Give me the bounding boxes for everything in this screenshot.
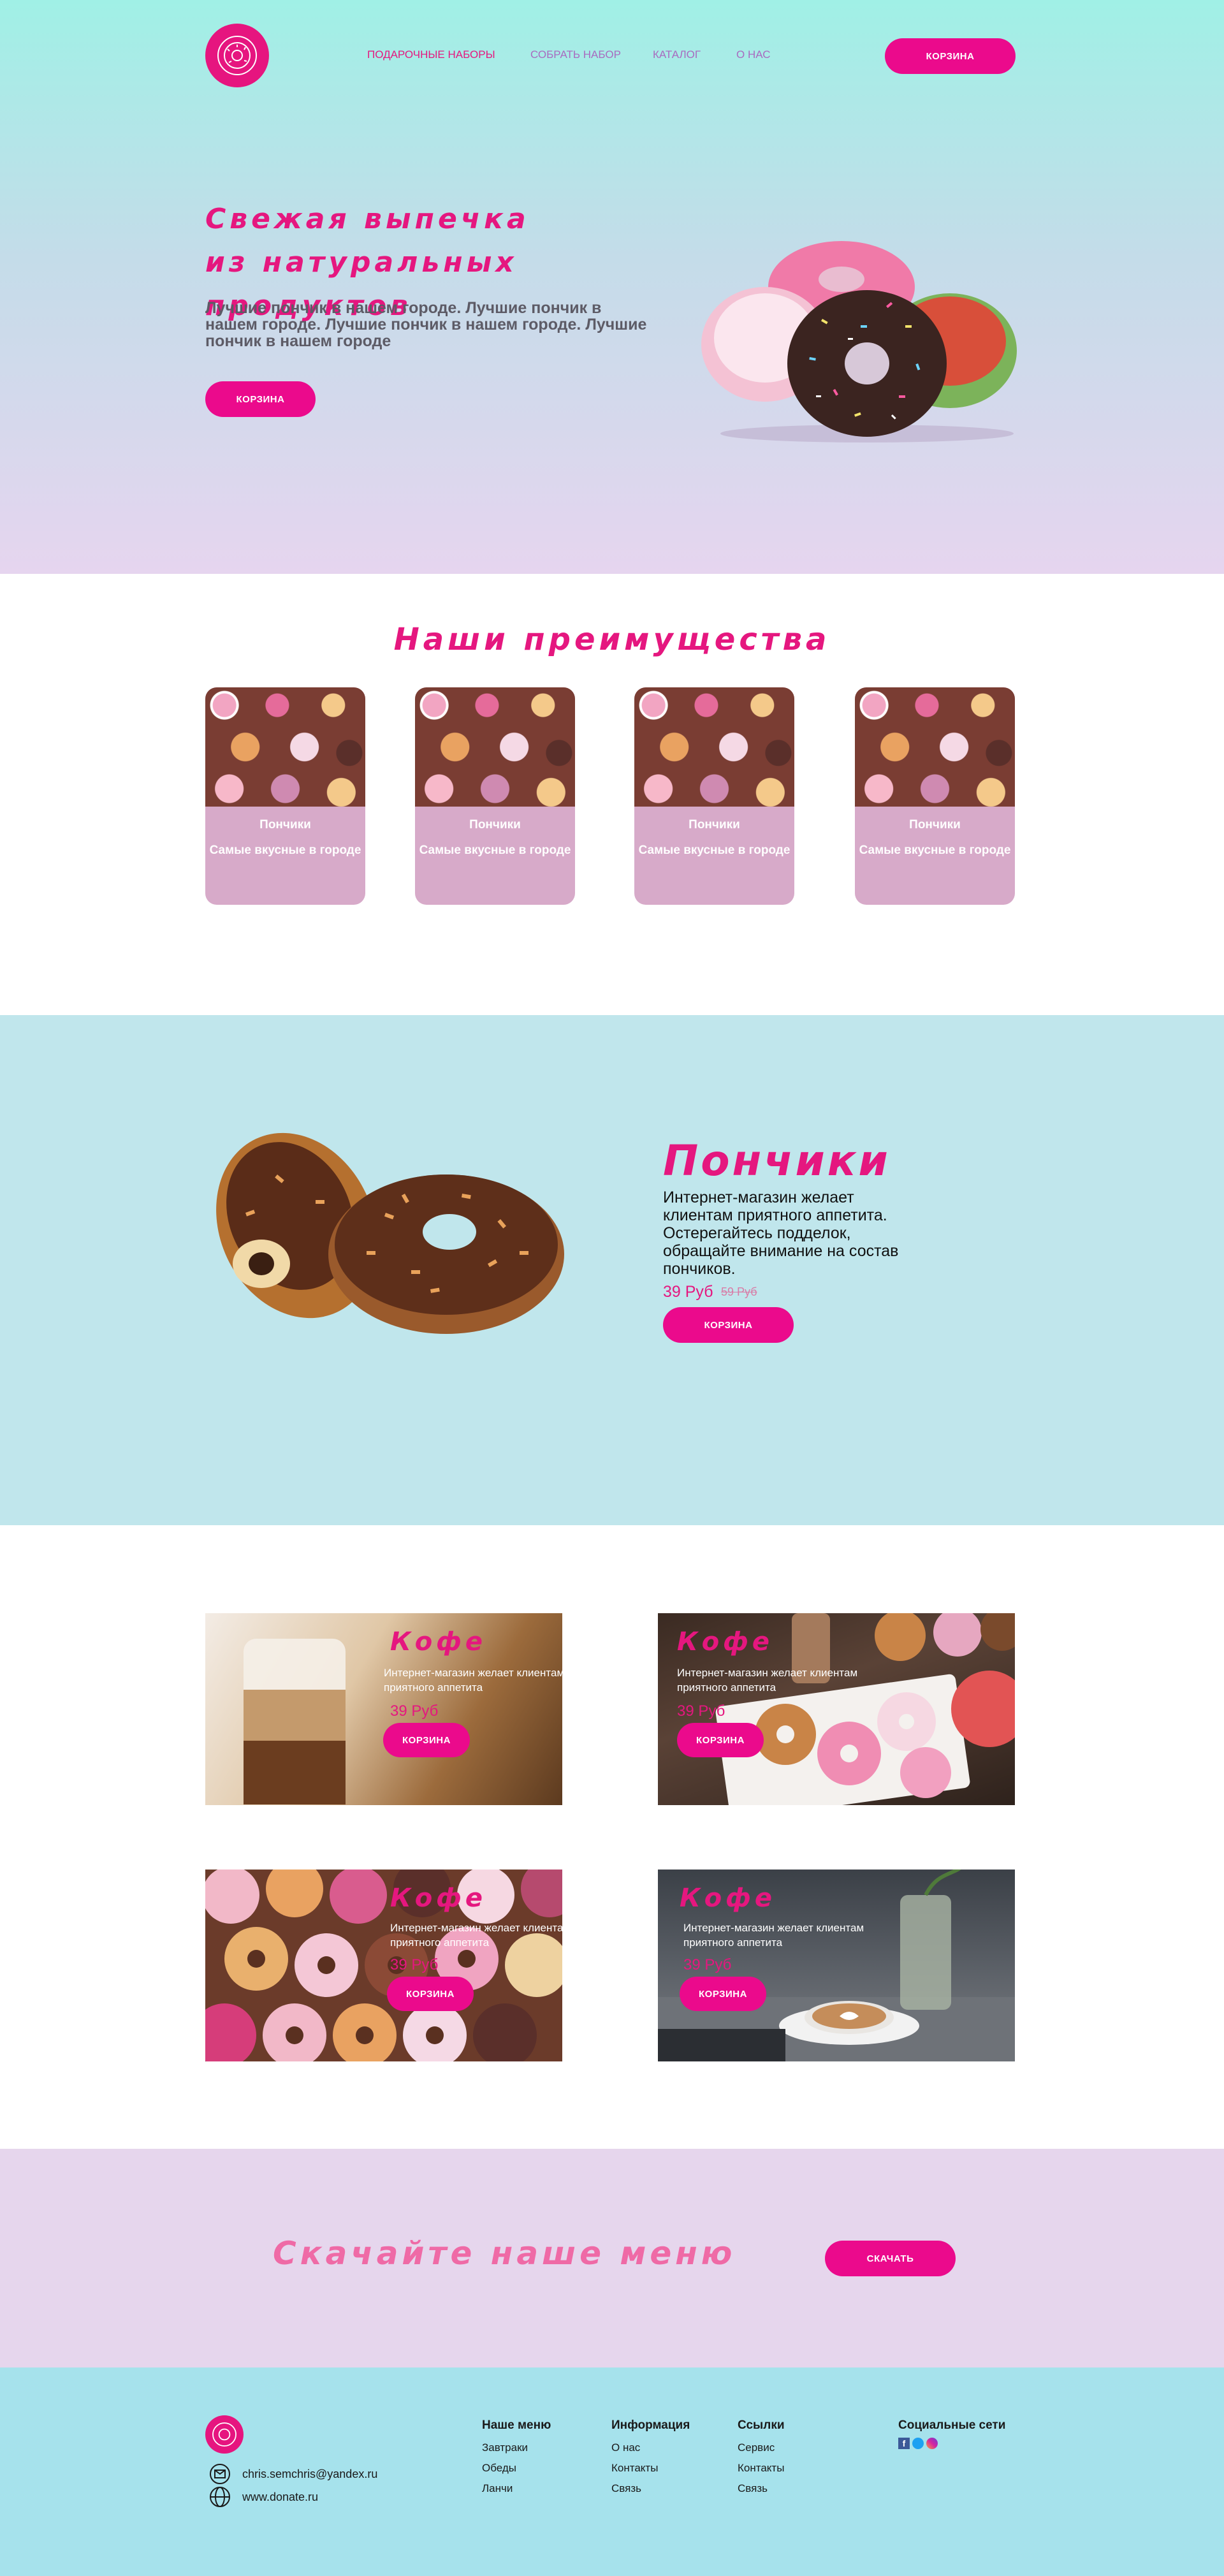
- product-cart-button[interactable]: КОРЗИНА: [677, 1723, 764, 1757]
- nav-build-set[interactable]: СОБРАТЬ НАБОР: [530, 48, 621, 61]
- advantage-card-text: Самые вкусные в городе: [638, 844, 790, 857]
- donut-logo-icon: [217, 36, 257, 75]
- globe-icon: [210, 2487, 230, 2507]
- donut-cart-button[interactable]: КОРЗИНА: [663, 1307, 794, 1343]
- email-icon: [210, 2464, 230, 2484]
- advantage-card-title: Пончики: [688, 818, 740, 831]
- advantage-card-title: Пончики: [469, 818, 521, 831]
- footer-link-lunch[interactable]: Обеды: [482, 2462, 551, 2475]
- advantage-card-title: Пончики: [259, 818, 311, 831]
- latte-glass-image: [244, 1639, 346, 1804]
- logo[interactable]: [205, 24, 269, 87]
- product-card[interactable]: Кофе Интернет-магазин желает клиентам пр…: [205, 1870, 562, 2061]
- footer: chris.semchris@yandex.ru www.donate.ru Н…: [0, 2367, 1224, 2576]
- advantage-card[interactable]: Пончики Самые вкусные в городе: [415, 687, 575, 905]
- product-cart-button[interactable]: КОРЗИНА: [387, 1977, 474, 2011]
- twitter-icon[interactable]: [912, 2438, 924, 2449]
- advantage-card-text: Самые вкусные в городе: [859, 844, 1011, 857]
- donut-title: Пончики: [663, 1136, 891, 1185]
- advantage-card[interactable]: Пончики Самые вкусные в городе: [855, 687, 1015, 905]
- product-description: Интернет-магазин желает клиентам приятно…: [683, 1922, 864, 1949]
- footer-link-contact-us[interactable]: Связь: [611, 2482, 690, 2495]
- product-cart-button[interactable]: КОРЗИНА: [680, 1977, 766, 2011]
- footer-email-row: chris.semchris@yandex.ru: [209, 2463, 377, 2485]
- donut-old-price: 59 Руб: [721, 1285, 757, 1298]
- donuts-grid-image: [205, 687, 365, 807]
- cart-button[interactable]: КОРЗИНА: [885, 38, 1016, 74]
- donuts-grid-image: [634, 687, 794, 807]
- product-price: 39 Руб: [683, 1956, 732, 1973]
- donut-assortment-image: [205, 1870, 562, 2061]
- footer-link-service[interactable]: Сервис: [738, 2441, 785, 2454]
- product-description: Интернет-магазин желает клиентам приятно…: [384, 1667, 562, 1694]
- hero-cart-button[interactable]: КОРЗИНА: [205, 381, 316, 417]
- nav-catalog[interactable]: КАТАЛОГ: [653, 48, 701, 61]
- nav-about[interactable]: О НАС: [736, 48, 770, 61]
- instagram-icon[interactable]: [926, 2438, 938, 2449]
- product-title: Кофе: [390, 1627, 486, 1657]
- footer-column-title: Социальные сети: [898, 2419, 1006, 2432]
- product-title: Кофе: [390, 1884, 486, 1913]
- footer-column-menu: Наше меню Завтраки Обеды Ланчи: [482, 2419, 551, 2503]
- product-card[interactable]: Кофе Интернет-магазин желает клиентам пр…: [658, 1613, 1015, 1805]
- download-menu-banner: Скачайте наше меню СКАЧАТЬ: [0, 2149, 1224, 2367]
- advantage-card-text: Самые вкусные в городе: [209, 844, 361, 857]
- footer-link-contacts-2[interactable]: Контакты: [738, 2462, 785, 2475]
- product-card[interactable]: Кофе Интернет-магазин желает клиентам пр…: [658, 1870, 1015, 2061]
- nav-gift-sets[interactable]: ПОДАРОЧНЫЕ НАБОРЫ: [367, 48, 495, 61]
- donuts-grid-image: [415, 687, 575, 807]
- product-description: Интернет-магазин желает клиентам приятно…: [677, 1667, 858, 1694]
- product-title: Кофе: [680, 1884, 776, 1913]
- advantages-title: Наши преимущества: [393, 622, 831, 657]
- footer-column-title: Наше меню: [482, 2419, 551, 2432]
- footer-site-row: www.donate.ru: [209, 2486, 318, 2508]
- product-cart-button[interactable]: КОРЗИНА: [383, 1723, 470, 1757]
- hero-section: ПОДАРОЧНЫЕ НАБОРЫ СОБРАТЬ НАБОР КАТАЛОГ …: [0, 0, 1224, 574]
- advantage-card[interactable]: Пончики Самые вкусные в городе: [634, 687, 794, 905]
- footer-column-title: Ссылки: [738, 2419, 785, 2432]
- social-icons: f: [898, 2438, 1005, 2449]
- footer-logo[interactable]: [205, 2415, 244, 2454]
- footer-site[interactable]: www.donate.ru: [242, 2491, 318, 2504]
- footer-column-links: Ссылки Сервис Контакты Связь: [738, 2419, 785, 2503]
- download-menu-button[interactable]: СКАЧАТЬ: [825, 2241, 956, 2276]
- footer-link-about[interactable]: О нас: [611, 2441, 690, 2454]
- footer-column-social: Социальные сети f: [898, 2419, 1005, 2457]
- footer-link-contacts[interactable]: Контакты: [611, 2462, 690, 2475]
- footer-link-brunch[interactable]: Ланчи: [482, 2482, 551, 2495]
- donuts-hero-image: [701, 241, 1017, 443]
- donut-feature-section: Пончики Интернет-магазин желает клиентам…: [0, 1015, 1224, 1525]
- footer-column-title: Информация: [611, 2419, 690, 2432]
- footer-email[interactable]: chris.semchris@yandex.ru: [242, 2468, 377, 2481]
- product-description: Интернет-магазин желает клиентам приятно…: [390, 1922, 562, 1949]
- product-card[interactable]: Кофе Интернет-магазин желает клиентам пр…: [205, 1613, 562, 1805]
- product-title: Кофе: [677, 1627, 773, 1657]
- advantage-card[interactable]: Пончики Самые вкусные в городе: [205, 687, 365, 905]
- footer-column-info: Информация О нас Контакты Связь: [611, 2419, 690, 2503]
- menu-banner-title: Скачайте наше меню: [273, 2235, 736, 2272]
- hero-title-line1: Свежая выпечка: [205, 203, 530, 235]
- facebook-icon[interactable]: f: [898, 2438, 910, 2449]
- product-price: 39 Руб: [390, 1702, 439, 1720]
- product-price: 39 Руб: [677, 1702, 725, 1720]
- advantage-card-text: Самые вкусные в городе: [419, 844, 571, 857]
- donut-logo-icon: [212, 2422, 237, 2447]
- footer-link-connection[interactable]: Связь: [738, 2482, 785, 2495]
- footer-link-breakfast[interactable]: Завтраки: [482, 2441, 551, 2454]
- donut-description: Интернет-магазин желает клиентам приятно…: [663, 1189, 899, 1278]
- chocolate-donuts-image: [216, 1132, 564, 1334]
- donut-price: 39 Руб: [663, 1283, 713, 1301]
- hero-text: Лучшие пончик в нашем городе. Лучшие пон…: [205, 299, 647, 350]
- donuts-grid-image: [855, 687, 1015, 807]
- product-price: 39 Руб: [390, 1956, 439, 1973]
- advantage-card-title: Пончики: [909, 818, 961, 831]
